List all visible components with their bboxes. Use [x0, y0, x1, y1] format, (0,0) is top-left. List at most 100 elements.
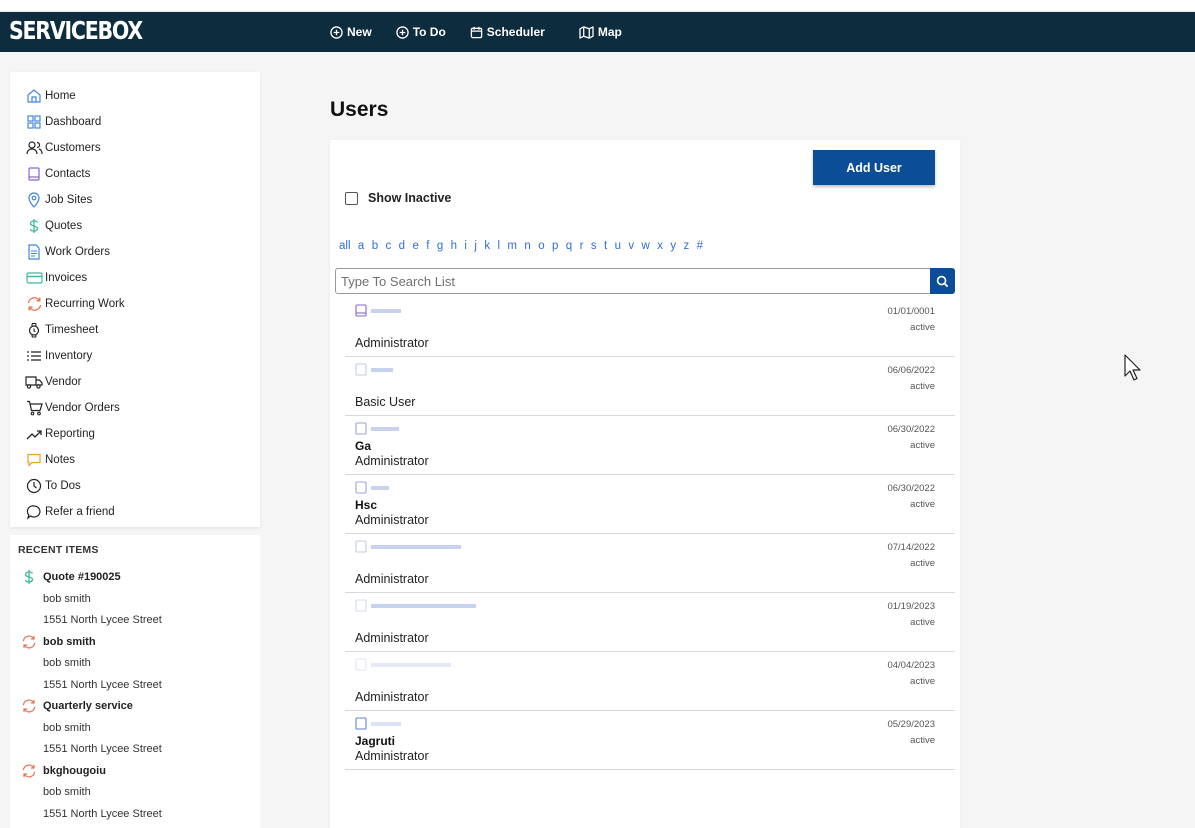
app-logo[interactable]: SERVICEBOX [9, 16, 143, 45]
letter-filter-j[interactable]: j [474, 240, 477, 252]
user-name: Jagruti [355, 734, 396, 748]
user-row[interactable]: Administrator 07/14/2022 active [345, 534, 955, 593]
letter-filter-m[interactable]: m [507, 240, 517, 252]
sidebar-item-quotes[interactable]: Quotes [25, 215, 82, 237]
nav-todo-label: To Do [412, 25, 446, 39]
sidebar-item-to-dos[interactable]: To Dos [25, 475, 81, 497]
letter-filter-e[interactable]: e [412, 240, 418, 252]
add-user-button[interactable]: Add User [813, 150, 935, 185]
sidebar-item-label: Work Orders [45, 246, 110, 258]
letter-filter-d[interactable]: d [399, 240, 405, 252]
sidebar-item-inventory[interactable]: Inventory [25, 345, 92, 367]
top-navbar: SERVICEBOX New To Do Scheduler Map [0, 12, 1195, 52]
user-row[interactable]: Administrator 04/04/2023 active [345, 652, 955, 711]
sidebar-item-notes[interactable]: Notes [25, 449, 75, 471]
nav-scheduler-link[interactable]: Scheduler [470, 25, 545, 39]
dollar-icon [29, 219, 39, 233]
sidebar-item-refer-a-friend[interactable]: Refer a friend [25, 501, 115, 523]
show-inactive-label[interactable]: Show Inactive [368, 191, 451, 205]
recent-item-title[interactable]: Quarterly service [43, 700, 133, 712]
book-icon [355, 363, 367, 376]
book-icon [355, 599, 367, 612]
sidebar-item-vendor-orders[interactable]: Vendor Orders [25, 397, 120, 419]
document-icon [28, 244, 40, 260]
nav-new-link[interactable]: New [330, 25, 372, 39]
user-row[interactable]: Administrator 01/01/0001 active [345, 298, 955, 357]
sidebar-item-customers[interactable]: Customers [25, 137, 101, 159]
sidebar-item-label: Customers [45, 142, 101, 154]
letter-filter-a[interactable]: a [358, 240, 364, 252]
user-link-blurred[interactable] [355, 717, 401, 730]
letter-filter-n[interactable]: n [524, 240, 530, 252]
recent-item-title[interactable]: bob smith [43, 636, 96, 648]
letter-filter-q[interactable]: q [566, 240, 572, 252]
user-row[interactable]: Hsc Administrator 06/30/2022 active [345, 475, 955, 534]
letter-filter-o[interactable]: o [538, 240, 544, 252]
letter-filter-c[interactable]: c [386, 240, 392, 252]
sidebar-item-home[interactable]: Home [25, 85, 76, 107]
sidebar-item-timesheet[interactable]: Timesheet [25, 319, 98, 341]
mouse-cursor-icon [1124, 354, 1141, 381]
letter-filter-b[interactable]: b [372, 240, 378, 252]
user-date: 06/06/2022 [887, 365, 935, 376]
letter-filter-l[interactable]: l [497, 240, 500, 252]
book-icon [355, 540, 367, 553]
sidebar-item-vendor[interactable]: Vendor [25, 371, 81, 393]
sidebar-item-dashboard[interactable]: Dashboard [25, 111, 101, 133]
user-row[interactable]: Administrator 01/19/2023 active [345, 593, 955, 652]
letter-filter-s[interactable]: s [591, 240, 597, 252]
recent-item-title[interactable]: bkghougoiu [43, 765, 106, 777]
letter-filter-g[interactable]: g [437, 240, 443, 252]
plus-circle-icon [395, 25, 409, 39]
recent-item-address: 1551 North Lycee Street [43, 679, 162, 691]
recent-item-customer: bob smith [43, 593, 91, 605]
search-input[interactable] [335, 268, 931, 294]
recent-item-title[interactable]: Quote #190025 [43, 571, 121, 583]
sidebar-item-recurring-work[interactable]: Recurring Work [25, 293, 125, 315]
book-icon [355, 481, 367, 494]
sidebar-item-invoices[interactable]: Invoices [25, 267, 87, 289]
chat-bubble-icon [26, 505, 41, 520]
letter-filter-r[interactable]: r [580, 240, 584, 252]
sidebar-item-reporting[interactable]: Reporting [25, 423, 95, 445]
user-date: 01/19/2023 [887, 601, 935, 612]
trending-up-icon [26, 430, 42, 440]
letter-filter-w[interactable]: w [642, 240, 650, 252]
sidebar-item-work-orders[interactable]: Work Orders [25, 241, 110, 263]
nav-todo-link[interactable]: To Do [395, 25, 446, 39]
letter-filter-t[interactable]: t [604, 240, 607, 252]
letter-filter-hash[interactable]: # [697, 240, 703, 252]
letter-filter-p[interactable]: p [552, 240, 558, 252]
recent-item-icon [21, 698, 37, 714]
letter-filter-u[interactable]: u [615, 240, 621, 252]
user-link-blurred[interactable] [355, 658, 451, 671]
sidebar-item-contacts[interactable]: Contacts [25, 163, 90, 185]
user-link-blurred[interactable] [355, 363, 393, 376]
sidebar-item-label: Contacts [45, 168, 91, 180]
user-role: Administrator [355, 572, 429, 586]
search-button[interactable] [930, 268, 955, 294]
sidebar-item-job-sites[interactable]: Job Sites [25, 189, 92, 211]
letter-filter-x[interactable]: x [657, 240, 663, 252]
letter-filter-z[interactable]: z [683, 240, 689, 252]
user-row[interactable]: Basic User 06/06/2022 active [345, 357, 955, 416]
letter-filter-f[interactable]: f [426, 240, 429, 252]
sidebar-item-label: To Dos [45, 480, 81, 492]
user-link-blurred[interactable] [355, 599, 476, 612]
letter-filter-i[interactable]: i [464, 240, 467, 252]
user-row[interactable]: Jagruti Administrator 05/29/2023 active [345, 711, 955, 770]
nav-map-link[interactable]: Map [579, 25, 622, 39]
user-row[interactable]: Ga Administrator 06/30/2022 active [345, 416, 955, 475]
letter-filter-v[interactable]: v [628, 240, 634, 252]
search-bar [335, 268, 955, 294]
user-link-blurred[interactable] [355, 422, 399, 435]
letter-filter-y[interactable]: y [670, 240, 676, 252]
show-inactive-checkbox[interactable] [345, 191, 358, 205]
user-link-blurred[interactable] [355, 540, 461, 553]
home-icon [27, 89, 41, 103]
user-link-blurred[interactable] [355, 304, 401, 317]
letter-filter-k[interactable]: k [484, 240, 490, 252]
letter-filter-all[interactable]: all [339, 240, 351, 252]
letter-filter-h[interactable]: h [451, 240, 457, 252]
user-link-blurred[interactable] [355, 481, 389, 494]
